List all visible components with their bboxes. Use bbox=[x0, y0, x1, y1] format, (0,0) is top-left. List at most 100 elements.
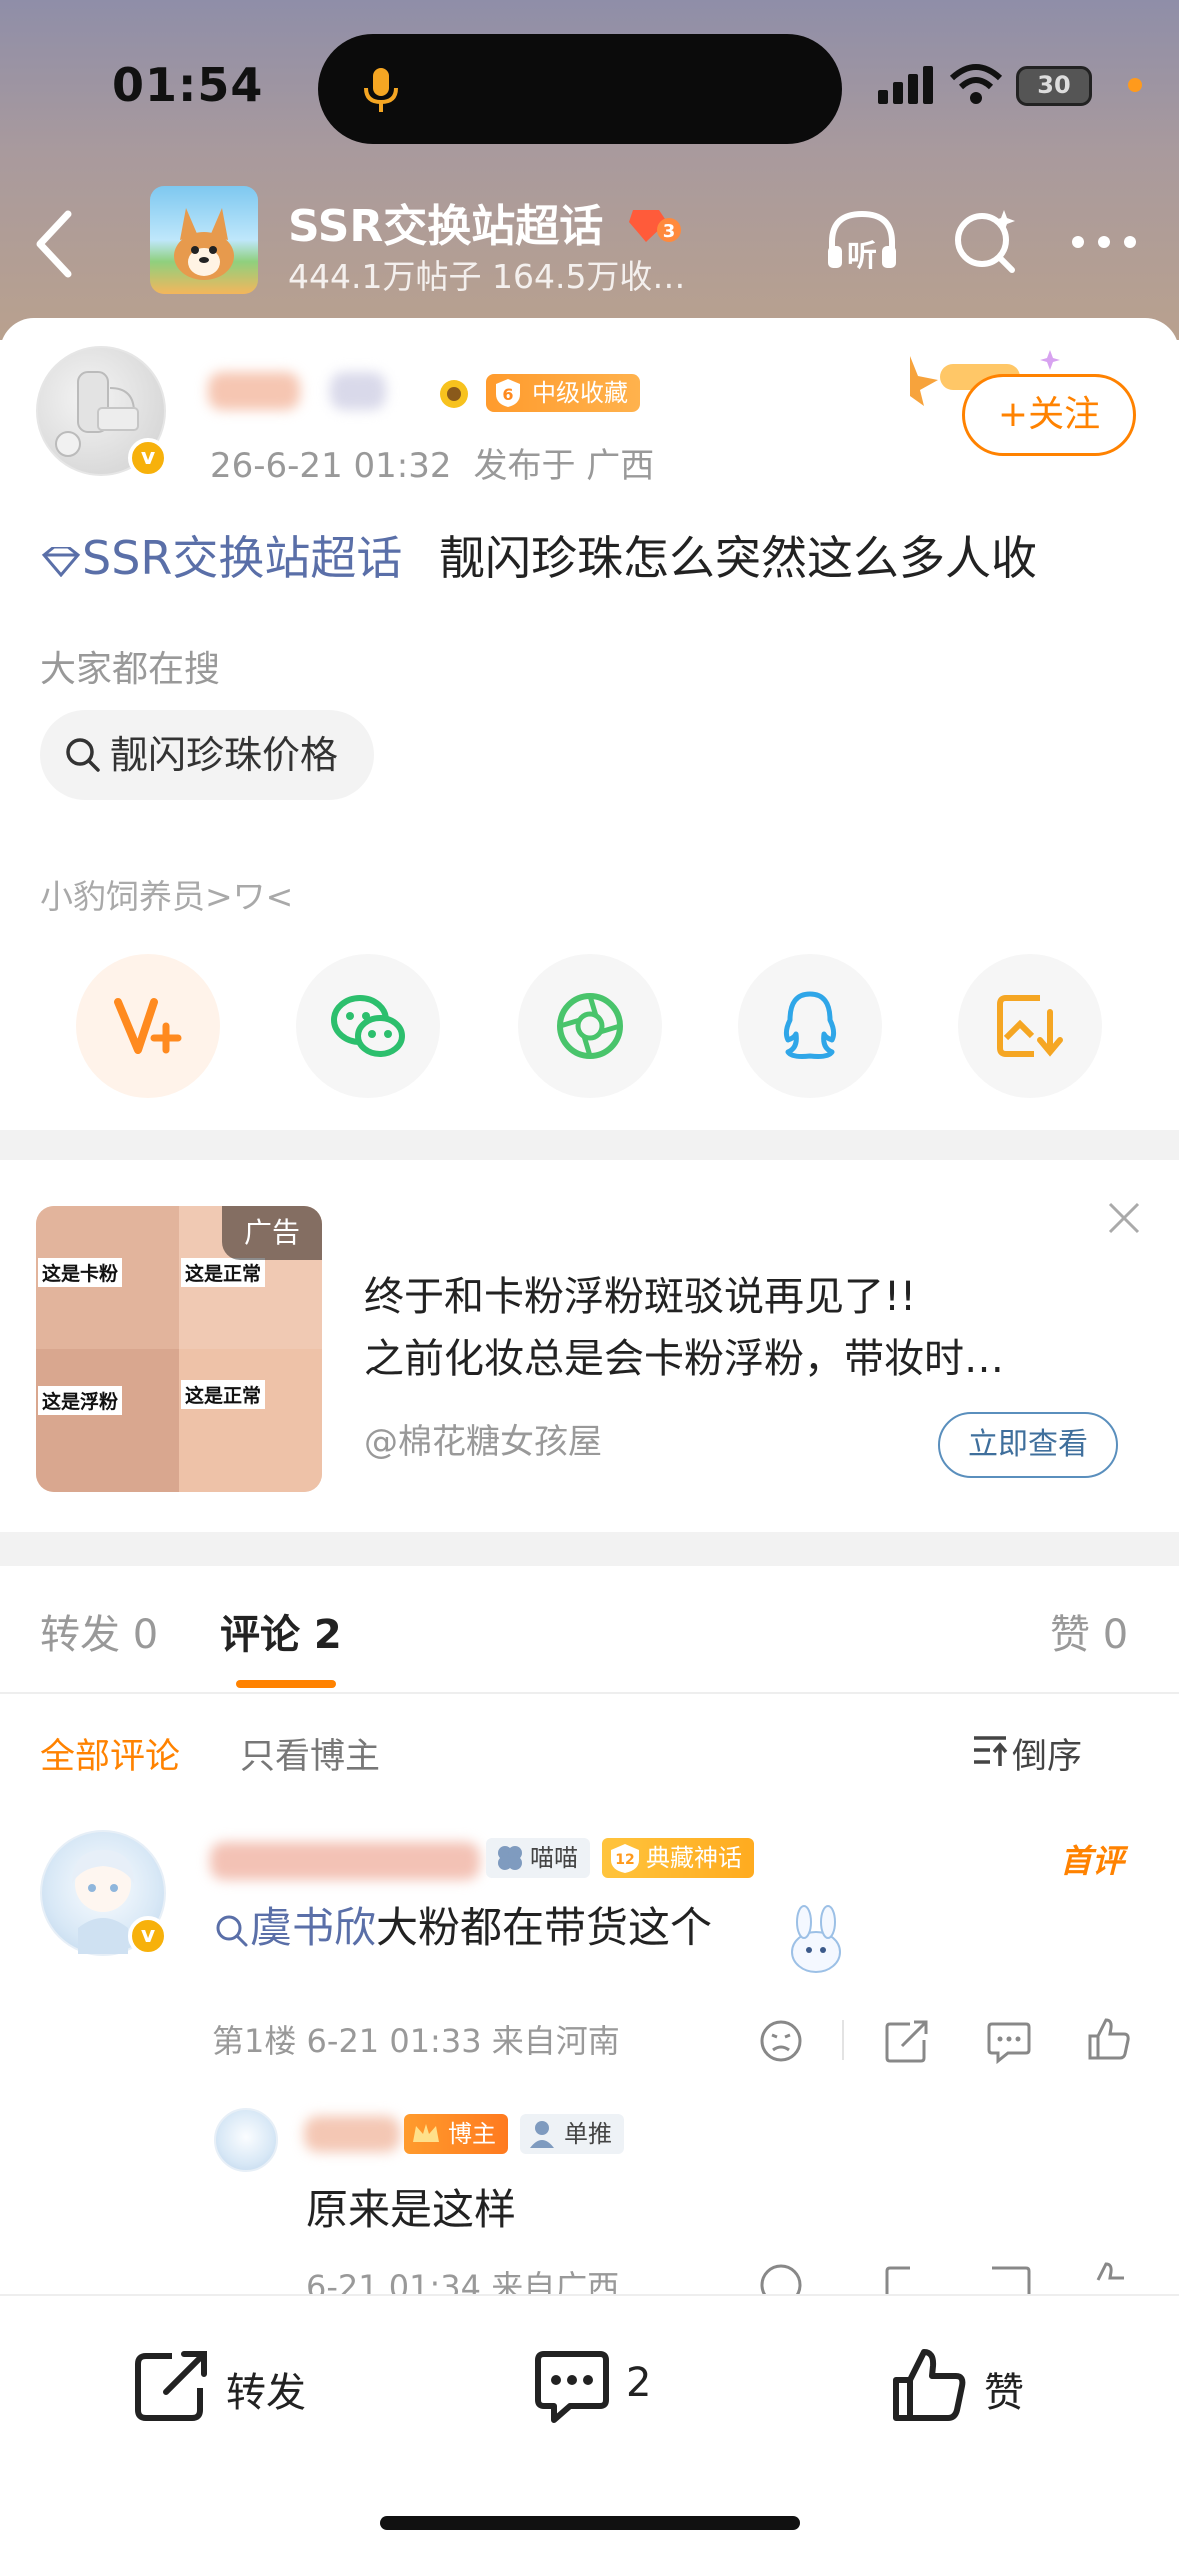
blogger-tag-text: 博主 bbox=[448, 2120, 496, 2148]
like-icon[interactable] bbox=[1086, 2016, 1132, 2062]
search-icon bbox=[216, 1915, 248, 1946]
user-icon bbox=[530, 2121, 554, 2148]
bottom-action-bar: 转发 2 赞 bbox=[0, 2294, 1179, 2556]
more-icon[interactable] bbox=[1064, 202, 1144, 282]
moments-icon bbox=[557, 993, 623, 1059]
comment-meta: 第1楼 6-21 01:33 来自河南 bbox=[212, 2022, 620, 2060]
filter-owner-only[interactable]: 只看博主 bbox=[240, 1728, 380, 1779]
level-shield-icon: 6 bbox=[496, 379, 520, 407]
sort-button[interactable]: 倒序 bbox=[974, 1728, 1083, 1779]
comment-icon bbox=[535, 2351, 609, 2423]
reply-author-name-blurred[interactable] bbox=[304, 2116, 400, 2152]
follow-button[interactable]: +关注 bbox=[962, 374, 1136, 456]
bottom-repost-button[interactable]: 转发 bbox=[132, 2346, 332, 2426]
commenter-tag-2: 12 典藏神话 bbox=[602, 1838, 754, 1878]
ad-cta-button[interactable]: 立即查看 bbox=[938, 1412, 1118, 1478]
first-comment-badge: 首评 bbox=[1060, 1842, 1125, 1880]
topic-level-icon: 3 bbox=[628, 204, 683, 255]
home-indicator[interactable] bbox=[380, 2516, 800, 2530]
topic-title[interactable]: SSR交换站超话 3 bbox=[288, 190, 683, 255]
search-icon[interactable] bbox=[946, 202, 1026, 282]
author-name-blurred[interactable] bbox=[208, 372, 300, 410]
share-moments-button[interactable] bbox=[518, 954, 662, 1098]
ad-source[interactable]: @棉花糖女孩屋 bbox=[364, 1414, 602, 1463]
privacy-indicator bbox=[1128, 78, 1142, 92]
corgi-image-icon bbox=[174, 208, 234, 280]
post-card: v 6 中级收藏 26-6-21 01:32 发布于 广西 +关注 SSR交换站… bbox=[0, 318, 1179, 1130]
comment-search-keyword[interactable]: 虞书欣 bbox=[214, 1903, 376, 1952]
action-separator bbox=[842, 2020, 844, 2060]
ad-card[interactable]: 这是卡粉 这是正常 这是浮粉 这是正常 广告 终于和卡粉浮粉斑驳说再见了!! 之… bbox=[0, 1160, 1179, 1532]
verified-badge-icon: v bbox=[128, 1916, 168, 1956]
repost-icon bbox=[135, 2351, 207, 2421]
topic-title-text: SSR交换站超话 bbox=[288, 201, 604, 252]
status-time: 01:54 bbox=[112, 58, 264, 112]
battery-level: 30 bbox=[1037, 71, 1071, 99]
commenter-tag-1: 喵喵 bbox=[486, 1838, 590, 1878]
section-divider bbox=[0, 1130, 1179, 1164]
filter-all-comments[interactable]: 全部评论 bbox=[40, 1728, 180, 1779]
bottom-like-button[interactable]: 赞 bbox=[890, 2346, 1050, 2426]
level-badge-icon: 12 bbox=[611, 1844, 639, 1873]
tab-comments[interactable]: 评论 2 bbox=[220, 1602, 342, 1660]
listen-icon[interactable]: 听 bbox=[822, 202, 902, 282]
ad-tag: 广告 bbox=[222, 1206, 322, 1260]
sunflower-icon bbox=[440, 380, 468, 408]
reply-author-tag-text: 单推 bbox=[564, 2120, 612, 2148]
repost-icon[interactable] bbox=[884, 2018, 930, 2064]
topic-thumbnail[interactable] bbox=[150, 186, 258, 294]
post-time: 26-6-21 01:32 bbox=[210, 446, 452, 486]
post-meta: 26-6-21 01:32 发布于 广西 bbox=[210, 438, 654, 487]
share-hint: 小豹饲养员>ワ< bbox=[40, 877, 294, 916]
svg-text:6: 6 bbox=[502, 385, 513, 404]
dislike-icon[interactable] bbox=[758, 2018, 804, 2064]
verified-badge-icon: v bbox=[128, 438, 168, 478]
status-bar: 01:54 30 bbox=[0, 0, 1179, 160]
hot-search-label: 大家都在搜 bbox=[40, 649, 221, 690]
reply-author-avatar[interactable] bbox=[214, 2108, 278, 2172]
bottom-like-label: 赞 bbox=[984, 2370, 1024, 2416]
topic-nav-bar: SSR交换站超话 3 444.1万帖子 164.5万收… 听 bbox=[0, 160, 1179, 320]
ad-image-label: 这是正常 bbox=[181, 1380, 266, 1409]
svg-text:3: 3 bbox=[662, 221, 675, 242]
share-weibo-button[interactable] bbox=[76, 954, 220, 1098]
microphone-icon bbox=[364, 68, 398, 112]
tab-repost[interactable]: 转发 0 bbox=[40, 1602, 158, 1660]
bottom-comment-count: 2 bbox=[626, 2360, 652, 2406]
bunny-sticker-icon bbox=[791, 1905, 841, 1973]
save-image-button[interactable] bbox=[958, 954, 1102, 1098]
blogger-tag: 博主 bbox=[404, 2114, 508, 2154]
post-body-text: 靓闪珍珠怎么突然这么多人收 bbox=[439, 531, 1037, 585]
wechat-icon bbox=[331, 995, 405, 1057]
ad-image-quadrant bbox=[36, 1349, 179, 1492]
tab-likes[interactable]: 赞 0 bbox=[1050, 1602, 1128, 1660]
post-content: SSR交换站超话 靓闪珍珠怎么突然这么多人收 bbox=[40, 522, 1037, 588]
ad-title-line1: 终于和卡粉浮粉斑驳说再见了!! bbox=[364, 1274, 917, 1320]
svg-text:听: 听 bbox=[847, 239, 877, 274]
close-icon[interactable] bbox=[1106, 1200, 1142, 1236]
save-image-icon bbox=[997, 995, 1063, 1057]
comment-body-text: 大粉都在带货这个 bbox=[376, 1903, 713, 1952]
bottom-comment-button[interactable]: 2 bbox=[532, 2346, 692, 2426]
commenter-name-blurred[interactable] bbox=[210, 1842, 480, 1880]
hot-search-chip[interactable]: 靓闪珍珠价格 bbox=[40, 710, 375, 800]
comment-keyword-text: 虞书欣 bbox=[250, 1903, 377, 1952]
cellular-signal-icon bbox=[878, 66, 933, 104]
diamond-topic-icon bbox=[41, 545, 81, 577]
sort-label: 倒序 bbox=[1012, 1737, 1083, 1777]
topic-stats: 444.1万帖子 164.5万收… bbox=[288, 257, 686, 296]
dynamic-island bbox=[318, 34, 842, 144]
share-wechat-button[interactable] bbox=[296, 954, 440, 1098]
reply-author-tag: 单推 bbox=[520, 2114, 624, 2154]
ad-title-line2: 之前化妆总是会卡粉浮粉，带妆时… bbox=[364, 1336, 1004, 1382]
post-topic-link[interactable]: SSR交换站超话 bbox=[40, 531, 417, 585]
weibo-post-page: 01:54 30 SSR交换站超话 3 444.1万帖子 164.5万收… 听 … bbox=[0, 0, 1179, 2556]
back-icon[interactable] bbox=[26, 204, 86, 284]
author-name-blurred-2 bbox=[330, 372, 386, 410]
share-qq-button[interactable] bbox=[738, 954, 882, 1098]
like-icon bbox=[893, 2349, 966, 2421]
ad-image-label: 这是卡粉 bbox=[38, 1258, 123, 1287]
bottom-repost-label: 转发 bbox=[226, 2370, 306, 2416]
ad-title[interactable]: 终于和卡粉浮粉斑驳说再见了!! 之前化妆总是会卡粉浮粉，带妆时… bbox=[364, 1266, 1004, 1390]
reply-icon[interactable] bbox=[986, 2018, 1032, 2064]
